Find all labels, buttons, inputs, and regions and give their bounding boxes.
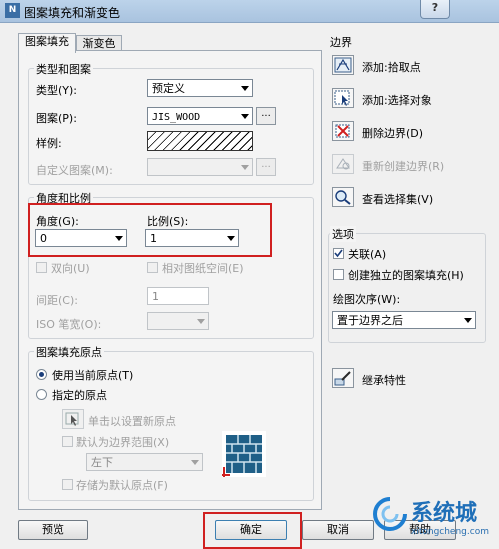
- store-default-checkbox[interactable]: [62, 479, 73, 490]
- spacing-value: 1: [152, 290, 159, 303]
- independent-hatch-checkbox[interactable]: [333, 269, 344, 280]
- add-pick-points-label: 添加:拾取点: [362, 61, 421, 74]
- specified-origin-radio[interactable]: [36, 389, 47, 400]
- chevron-down-icon: [241, 86, 249, 91]
- angle-label: 角度(G):: [36, 215, 79, 228]
- pattern-swatch[interactable]: [147, 131, 253, 151]
- double-label: 双向(U): [51, 262, 90, 275]
- store-default-label: 存储为默认原点(F): [76, 479, 168, 492]
- recreate-boundary-label: 重新创建边界(R): [362, 160, 445, 173]
- title-bar: N 图案填充和渐变色 ?: [0, 0, 499, 23]
- independent-hatch-label: 创建独立的图案填充(H): [348, 269, 464, 282]
- default-extent-checkbox[interactable]: [62, 436, 73, 447]
- origin-position-combo[interactable]: 左下: [86, 453, 203, 471]
- custom-pattern-combo[interactable]: [147, 158, 253, 176]
- scale-label: 比例(S):: [147, 215, 189, 228]
- type-pattern-legend: 类型和图案: [34, 61, 93, 77]
- tab-hatch[interactable]: 图案填充: [18, 33, 76, 53]
- click-set-origin-label: 单击以设置新原点: [88, 415, 176, 428]
- view-selection-label: 查看选择集(V): [362, 193, 434, 206]
- iso-pen-combo[interactable]: [147, 312, 209, 330]
- use-current-origin-radio[interactable]: [36, 369, 47, 380]
- chevron-down-icon: [197, 319, 205, 324]
- relative-paper-label: 相对图纸空间(E): [162, 262, 244, 275]
- pattern-combo[interactable]: JIS_WOOD: [147, 107, 253, 125]
- draw-order-value: 置于边界之后: [337, 314, 403, 327]
- add-select-objects-button[interactable]: [332, 88, 354, 108]
- select-objects-icon: [334, 90, 350, 106]
- checkmark-icon: [334, 249, 343, 258]
- specified-origin-label: 指定的原点: [52, 389, 107, 402]
- options-legend: 选项: [330, 226, 356, 242]
- add-pick-points-button[interactable]: [332, 55, 354, 75]
- brick-pattern-icon: [222, 431, 266, 477]
- pick-points-icon: [334, 57, 352, 73]
- recreate-boundary-button[interactable]: [332, 154, 354, 174]
- pattern-browse-button[interactable]: ...: [256, 107, 276, 125]
- type-combo[interactable]: 预定义: [147, 79, 253, 97]
- add-select-objects-label: 添加:选择对象: [362, 94, 432, 107]
- boundary-legend: 边界: [330, 36, 352, 49]
- set-origin-button[interactable]: [62, 409, 84, 429]
- ok-button[interactable]: 确定: [215, 520, 287, 540]
- window-title: 图案填充和渐变色: [24, 6, 121, 20]
- pattern-value: JIS_WOOD: [152, 112, 201, 123]
- chevron-down-icon: [115, 236, 123, 241]
- remove-boundary-icon: [335, 124, 350, 138]
- watermark-text: 系统城: [411, 501, 478, 526]
- inherit-properties-button[interactable]: [332, 368, 354, 388]
- iso-pen-label: ISO 笔宽(O):: [36, 318, 102, 331]
- associative-checkbox[interactable]: [333, 248, 344, 259]
- custom-pattern-label: 自定义图案(M):: [36, 164, 113, 177]
- spacing-input[interactable]: 1: [147, 287, 209, 305]
- draw-order-combo[interactable]: 置于边界之后: [332, 311, 476, 329]
- remove-boundary-button[interactable]: [332, 121, 354, 141]
- recreate-boundary-icon: [336, 158, 350, 170]
- pattern-label: 图案(P):: [36, 112, 77, 125]
- chevron-down-icon: [227, 236, 235, 241]
- watermark: 系统城 xitongcheng.com: [369, 491, 499, 549]
- preview-button[interactable]: 预览: [18, 520, 88, 540]
- chevron-down-icon: [464, 318, 472, 323]
- cursor-icon: [65, 412, 79, 426]
- help-title-button[interactable]: ?: [420, 0, 450, 19]
- default-extent-label: 默认为边界范围(X): [76, 436, 170, 449]
- view-selection-button[interactable]: [332, 187, 354, 207]
- swatch-label: 样例:: [36, 137, 62, 150]
- type-value: 预定义: [152, 82, 185, 95]
- spacing-label: 间距(C):: [36, 294, 78, 307]
- magnifier-icon: [335, 190, 351, 205]
- scale-value: 1: [150, 232, 157, 245]
- watermark-url: xitongcheng.com: [411, 527, 489, 537]
- chevron-down-icon: [191, 460, 199, 465]
- cancel-button[interactable]: 取消: [302, 520, 374, 540]
- watermark-logo-icon: [373, 497, 407, 531]
- inherit-properties-label: 继承特性: [362, 374, 406, 387]
- app-icon: N: [5, 3, 20, 18]
- scale-combo[interactable]: 1: [145, 229, 239, 247]
- chevron-down-icon: [241, 114, 249, 119]
- angle-combo[interactable]: 0: [35, 229, 127, 247]
- paintbrush-icon: [334, 371, 351, 386]
- chevron-down-icon: [241, 165, 249, 170]
- custom-browse-button[interactable]: ...: [256, 158, 276, 176]
- origin-position-value: 左下: [91, 456, 113, 469]
- draw-order-label: 绘图次序(W):: [333, 293, 401, 306]
- double-checkbox[interactable]: [36, 262, 47, 273]
- type-label: 类型(Y):: [36, 84, 78, 97]
- remove-boundary-label: 删除边界(D): [362, 127, 424, 140]
- angle-value: 0: [40, 232, 47, 245]
- use-current-origin-label: 使用当前原点(T): [52, 369, 134, 382]
- associative-label: 关联(A): [348, 248, 387, 261]
- origin-legend: 图案填充原点: [34, 344, 104, 360]
- relative-paper-checkbox[interactable]: [147, 262, 158, 273]
